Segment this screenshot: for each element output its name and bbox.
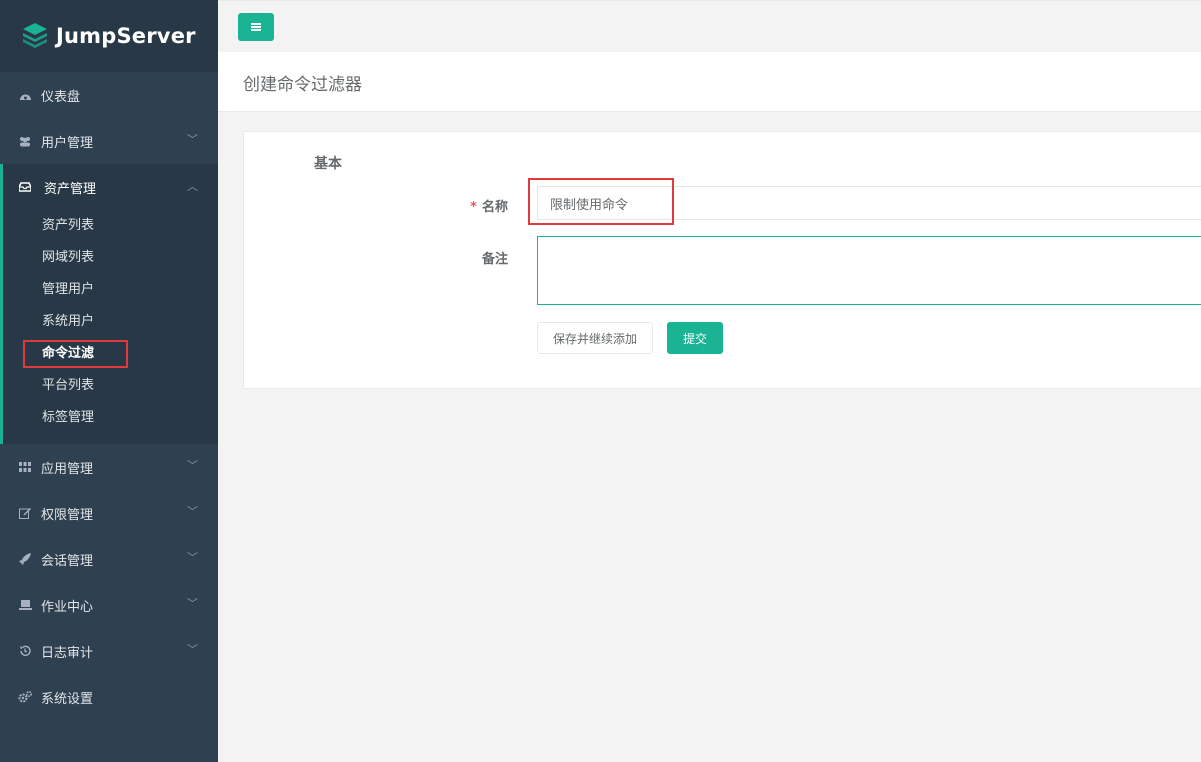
sidebar-item-jobs[interactable]: 作业中心 ﹀ [0, 582, 218, 628]
chevron-down-icon: ﹀ [187, 505, 198, 518]
dashboard-icon [18, 88, 32, 102]
sidebar-item-assets-header[interactable]: 资产管理 ︿ [3, 164, 218, 210]
sidebar-item-label: 权限管理 [41, 507, 94, 523]
sidebar-item-label: 日志审计 [41, 645, 94, 661]
sidebar-item-applications[interactable]: 应用管理 ﹀ [0, 444, 218, 490]
brand-name: JumpServer [56, 24, 196, 48]
submenu-item-label-management[interactable]: 标签管理 [3, 402, 218, 434]
sidebar-item-audits[interactable]: 日志审计 ﹀ [0, 628, 218, 674]
name-label-text: 名称 [481, 200, 508, 215]
submenu-item-system-users[interactable]: 系统用户 [3, 306, 218, 338]
hamburger-icon [251, 26, 261, 28]
chevron-down-icon: ﹀ [187, 133, 198, 146]
edit-icon [18, 506, 32, 520]
comment-label: 备注 [481, 252, 508, 267]
section-title: 基本 [314, 156, 342, 172]
sidebar-item-sessions[interactable]: 会话管理 ﹀ [0, 536, 218, 582]
highlight-box-name-input [528, 178, 674, 225]
jumpserver-logo-icon [23, 23, 47, 48]
sidebar-item-label: 系统设置 [41, 691, 94, 707]
history-icon [18, 644, 32, 658]
required-mark: * [470, 200, 477, 215]
gears-icon [18, 690, 32, 704]
chevron-up-icon: ︿ [187, 180, 198, 193]
save-and-continue-button[interactable]: 保存并继续添加 [537, 322, 653, 354]
grid-icon [18, 460, 32, 474]
highlight-box-command-filter [23, 340, 128, 368]
top-navbar [218, 0, 1201, 52]
submenu-item-asset-list[interactable]: 资产列表 [3, 210, 218, 242]
sidebar-item-label: 会话管理 [41, 553, 94, 569]
sidebar-item-assets: 资产管理 ︿ 资产列表 网域列表 管理用户 系统用户 命令过滤 平台列表 标签管… [0, 164, 218, 444]
chevron-down-icon: ﹀ [187, 551, 198, 564]
laptop-icon [18, 598, 32, 612]
sidebar-item-users[interactable]: 用户管理 ﹀ [0, 118, 218, 164]
page-heading: 创建命令过滤器 [218, 52, 1201, 112]
rocket-icon [18, 552, 32, 566]
sidebar-item-permissions[interactable]: 权限管理 ﹀ [0, 490, 218, 536]
sidebar: JumpServer 仪表盘 用户管理 ﹀ 资产管理 ︿ 资产列表 网域列表 管… [0, 0, 218, 762]
sidebar-item-label: 用户管理 [41, 135, 94, 151]
submenu-item-domain-list[interactable]: 网域列表 [3, 242, 218, 274]
inbox-icon [18, 180, 32, 194]
sidebar-item-label: 应用管理 [41, 461, 94, 477]
sidebar-item-label: 仪表盘 [41, 89, 81, 105]
chevron-down-icon: ﹀ [187, 643, 198, 656]
comment-textarea[interactable] [537, 236, 1201, 305]
submenu-item-admin-users[interactable]: 管理用户 [3, 274, 218, 306]
sidebar-item-label: 资产管理 [44, 181, 97, 197]
chevron-down-icon: ﹀ [187, 597, 198, 610]
submenu-item-platform-list[interactable]: 平台列表 [3, 370, 218, 402]
asset-submenu: 资产列表 网域列表 管理用户 系统用户 命令过滤 平台列表 标签管理 [3, 210, 218, 444]
chevron-down-icon: ﹀ [187, 459, 198, 472]
submit-button[interactable]: 提交 [667, 322, 723, 354]
form-panel: 基本 * 名称 备注 保存并继续添加 提交 [243, 131, 1201, 389]
sidebar-item-settings[interactable]: 系统设置 [0, 674, 218, 720]
sidebar-nav: 仪表盘 用户管理 ﹀ 资产管理 ︿ 资产列表 网域列表 管理用户 系统用户 命令… [0, 72, 218, 720]
users-icon [18, 134, 32, 148]
brand-logo[interactable]: JumpServer [0, 0, 218, 72]
menu-toggle-button[interactable] [238, 13, 274, 41]
page-title: 创建命令过滤器 [243, 75, 362, 95]
name-label: * 名称 [444, 196, 508, 215]
sidebar-item-label: 作业中心 [41, 599, 94, 615]
sidebar-item-dashboard[interactable]: 仪表盘 [0, 72, 218, 118]
